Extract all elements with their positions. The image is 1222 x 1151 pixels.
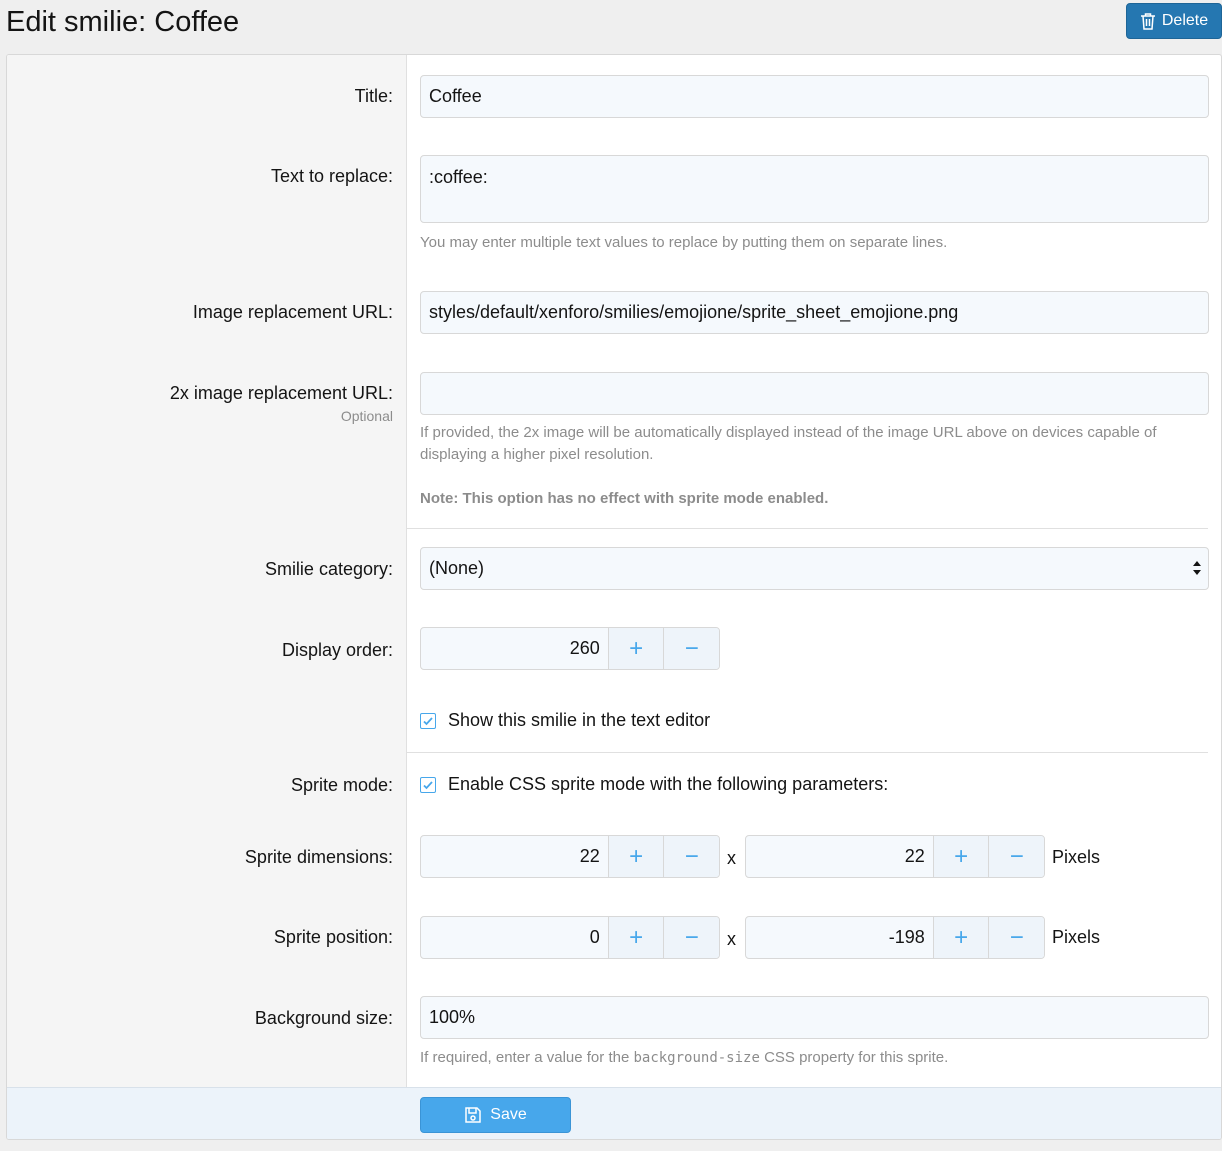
divider: [407, 528, 1208, 529]
form-footer: Save: [7, 1087, 1221, 1139]
sprite-width-input[interactable]: 22: [421, 836, 608, 877]
save-button-label: Save: [490, 1106, 527, 1123]
category-label: Smilie category:: [264, 559, 393, 579]
image-url-input[interactable]: styles/default/xenforo/smilies/emojione/…: [420, 291, 1209, 334]
sprite-mode-checkbox-label: Enable CSS sprite mode with the followin…: [448, 774, 889, 794]
trash-icon: [1140, 13, 1155, 30]
sprite-height-increment-button[interactable]: +: [932, 836, 989, 877]
edit-smilie-form: Title: Coffee Text to replace: :coffee: …: [6, 54, 1222, 1140]
background-size-label: Background size:: [254, 1008, 393, 1028]
optional-sublabel: Optional: [340, 408, 393, 424]
select-arrows-icon: [1192, 560, 1202, 576]
sprite-y-decrement-button[interactable]: −: [988, 917, 1044, 958]
display-order-input[interactable]: 260: [421, 628, 608, 669]
text-replace-hint: You may enter multiple text values to re…: [420, 234, 948, 251]
page-title: Edit smilie: Coffee: [6, 6, 240, 38]
sprite-position-label: Sprite position:: [273, 927, 393, 947]
title-input[interactable]: Coffee: [420, 75, 1209, 118]
sprite-y-increment-button[interactable]: +: [932, 917, 989, 958]
sprite-x-stepper: 0 + −: [420, 916, 720, 959]
image-url-2x-hint: If provided, the 2x image will be automa…: [420, 424, 1157, 463]
save-button[interactable]: Save: [420, 1097, 571, 1133]
display-order-label: Display order:: [281, 640, 393, 660]
display-order-decrement-button[interactable]: −: [663, 628, 719, 669]
image-url-label: Image replacement URL:: [192, 302, 393, 322]
position-unit: Pixels: [1052, 927, 1101, 947]
sprite-x-decrement-button[interactable]: −: [663, 917, 719, 958]
sprite-height-decrement-button[interactable]: −: [988, 836, 1044, 877]
delete-button[interactable]: Delete: [1126, 3, 1222, 39]
delete-button-label: Delete: [1161, 12, 1209, 29]
text-replace-textarea[interactable]: :coffee:: [420, 155, 1209, 223]
dimension-separator: x: [727, 848, 736, 868]
sprite-mode-checkbox[interactable]: [420, 776, 436, 793]
background-size-input[interactable]: 100%: [420, 996, 1209, 1039]
divider: [407, 752, 1208, 753]
position-separator: x: [727, 929, 736, 949]
title-label: Title:: [354, 86, 393, 106]
sprite-width-increment-button[interactable]: +: [607, 836, 664, 877]
sprite-y-stepper: -198 + −: [745, 916, 1045, 959]
sprite-y-input[interactable]: -198: [746, 917, 933, 958]
save-icon: [465, 1107, 482, 1123]
category-select[interactable]: (None): [420, 547, 1209, 590]
image-url-2x-label: 2x image replacement URL:: [169, 383, 393, 403]
show-in-editor-row[interactable]: Show this smilie in the text editor: [420, 710, 710, 731]
image-url-2x-input[interactable]: [420, 372, 1209, 415]
sprite-note: Note: This option has no effect with spr…: [420, 490, 829, 507]
sprite-width-stepper: 22 + −: [420, 835, 720, 878]
sprite-x-input[interactable]: 0: [421, 917, 608, 958]
sprite-mode-label: Sprite mode:: [290, 775, 393, 795]
sprite-mode-row[interactable]: Enable CSS sprite mode with the followin…: [420, 774, 888, 795]
sprite-width-decrement-button[interactable]: −: [663, 836, 719, 877]
display-order-stepper: 260 + −: [420, 627, 720, 670]
checkmark-icon: [423, 716, 433, 725]
sprite-x-increment-button[interactable]: +: [607, 917, 664, 958]
category-selected-value: (None): [429, 558, 485, 578]
show-in-editor-checkbox[interactable]: [420, 712, 436, 729]
dimension-unit: Pixels: [1052, 847, 1101, 867]
display-order-increment-button[interactable]: +: [607, 628, 664, 669]
text-replace-label: Text to replace:: [270, 166, 393, 186]
sprite-height-stepper: 22 + −: [745, 835, 1045, 878]
sprite-dimensions-label: Sprite dimensions:: [244, 847, 393, 867]
background-size-hint: If required, enter a value for the backg…: [420, 1049, 949, 1066]
checkmark-icon: [423, 780, 433, 789]
sprite-height-input[interactable]: 22: [746, 836, 933, 877]
show-in-editor-label: Show this smilie in the text editor: [448, 710, 711, 730]
